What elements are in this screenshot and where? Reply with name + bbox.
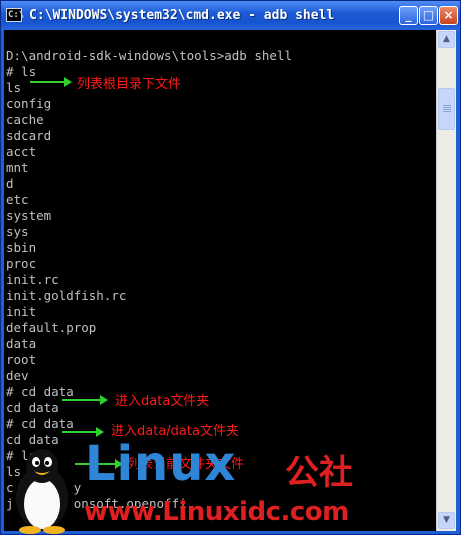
scroll-up-arrow-icon[interactable]: ▲ bbox=[438, 31, 455, 48]
console-line: init.rc bbox=[6, 272, 59, 287]
title-bar[interactable]: C:\ C:\WINDOWS\system32\cmd.exe - adb sh… bbox=[1, 1, 460, 31]
console-line: D:\android-sdk-windows\tools>adb shell bbox=[6, 48, 292, 63]
maximize-button[interactable]: □ bbox=[419, 6, 438, 25]
console-line: dev bbox=[6, 368, 29, 383]
annotation-arrow-icon bbox=[30, 77, 72, 87]
console-line: # cd data bbox=[6, 384, 74, 399]
watermark-url: www.Linuxidc.com bbox=[84, 497, 349, 527]
console-line: cd data bbox=[6, 400, 59, 415]
console-line: # ls bbox=[6, 64, 37, 79]
console-line: root bbox=[6, 352, 37, 367]
console-line: # cd data bbox=[6, 416, 74, 431]
penguin-logo-icon bbox=[16, 449, 68, 534]
annotation-arrow-icon bbox=[62, 427, 104, 437]
console-line: ls bbox=[6, 80, 22, 95]
console-line: sbin bbox=[6, 240, 37, 255]
annotation-list-root: 列表根目录下文件 bbox=[77, 77, 182, 92]
console-line: cache bbox=[6, 112, 44, 127]
console-line: system bbox=[6, 208, 52, 223]
vertical-scrollbar[interactable]: ▲ ▼ bbox=[436, 30, 456, 531]
console-line: init bbox=[6, 304, 37, 319]
watermark-brand-suffix: 公社 bbox=[285, 453, 353, 493]
cmd-icon[interactable]: C:\ bbox=[6, 8, 24, 22]
console-line: default.prop bbox=[6, 320, 97, 335]
annotation-arrow-icon bbox=[62, 395, 108, 405]
console-line: proc bbox=[6, 256, 37, 271]
console-line: data bbox=[6, 336, 37, 351]
console-line: init.goldfish.rc bbox=[6, 288, 127, 303]
minimize-button[interactable]: _ bbox=[399, 6, 418, 25]
console-line: d bbox=[6, 176, 14, 191]
annotation-enter-data: 进入data文件夹 bbox=[115, 394, 210, 409]
console-line: mnt bbox=[6, 160, 29, 175]
close-button[interactable]: × bbox=[439, 6, 458, 25]
console-line: sys bbox=[6, 224, 29, 239]
console-line: etc bbox=[6, 192, 29, 207]
scroll-down-arrow-icon[interactable]: ▼ bbox=[438, 512, 455, 529]
console-line: config bbox=[6, 96, 52, 111]
scroll-thumb[interactable] bbox=[438, 88, 455, 130]
window-title: C:\WINDOWS\system32\cmd.exe - adb shell bbox=[29, 8, 335, 23]
console-line: acct bbox=[6, 144, 37, 159]
watermark-brand: Linux bbox=[85, 436, 237, 492]
console-line: sdcard bbox=[6, 128, 52, 143]
